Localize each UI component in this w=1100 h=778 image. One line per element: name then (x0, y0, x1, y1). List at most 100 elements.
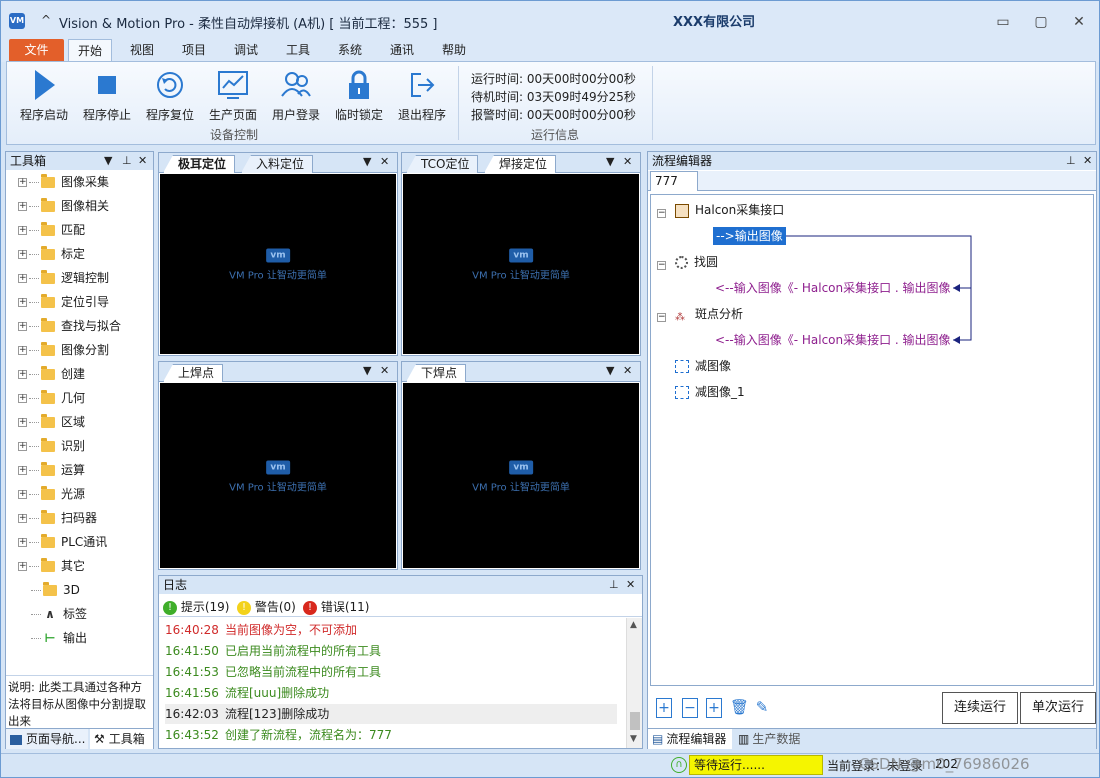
close-icon[interactable]: ✕ (626, 576, 635, 594)
log-row[interactable]: 16:43:52 创建了新流程，流程名为：777 (165, 725, 617, 745)
tab-view[interactable]: 视图 (121, 39, 163, 62)
camera-view-2[interactable]: vm VM Pro 让智动更简单 (403, 174, 639, 354)
tab-tco-locate[interactable]: TCO定位 (406, 155, 479, 173)
tab-system[interactable]: 系统 (329, 39, 371, 62)
tab-tab-locate[interactable]: 极耳定位 (163, 155, 236, 173)
collapse-toggle[interactable]: − (657, 202, 666, 220)
maximize-button[interactable]: ▢ (1031, 13, 1051, 31)
expand-toggle[interactable]: + (18, 442, 27, 451)
app-icon[interactable]: VM (9, 13, 25, 29)
log-scrollbar[interactable]: ▲ ▼ (626, 618, 642, 748)
toolbox-item[interactable]: + 图像分割 (18, 340, 109, 360)
toolbox-item[interactable]: 3D (18, 580, 80, 600)
expand-toggle[interactable]: + (18, 394, 27, 403)
toolbox-item[interactable]: + 区域 (18, 412, 85, 432)
toolbox-item[interactable]: + 图像相关 (18, 196, 109, 216)
toolbox-item[interactable]: + PLC通讯 (18, 532, 107, 552)
tab-weld-locate[interactable]: 焊接定位 (484, 155, 557, 173)
continuous-run-button[interactable]: 连续运行 (942, 692, 1018, 724)
add-flow-icon[interactable]: + (656, 698, 672, 718)
quick-access-toolbar[interactable]: ^ (41, 13, 51, 27)
scroll-up-icon[interactable]: ▲ (630, 620, 637, 630)
close-icon[interactable]: ✕ (380, 364, 389, 377)
plus-icon[interactable]: + (706, 698, 722, 718)
log-row[interactable]: 16:42:03 流程[123]删除成功 (165, 704, 617, 724)
log-row[interactable]: 16:41:56 流程[uuu]删除成功 (165, 683, 617, 703)
toolbox-item[interactable]: ⊢ 输出 (18, 628, 87, 648)
toolbox-item[interactable]: + 运算 (18, 460, 85, 480)
expand-toggle[interactable]: + (18, 274, 27, 283)
dropdown-icon[interactable]: ▼ (606, 364, 614, 377)
tab-tools[interactable]: 工具 (277, 39, 319, 62)
toolbox-item[interactable]: + 其它 (18, 556, 85, 576)
tab-feed-locate[interactable]: 入料定位 (241, 155, 314, 173)
program-reset-button[interactable]: 程序复位 (139, 66, 201, 126)
remove-icon[interactable]: − (682, 698, 698, 718)
dropdown-icon[interactable]: ▼ (606, 155, 614, 168)
scroll-thumb[interactable] (630, 712, 640, 730)
flow-tab-777[interactable]: 777 (650, 171, 698, 191)
expand-toggle[interactable]: + (18, 562, 27, 571)
toolbox-item[interactable]: + 几何 (18, 388, 85, 408)
expand-toggle[interactable]: + (18, 202, 27, 211)
tab-comm[interactable]: 通讯 (381, 39, 423, 62)
toolbox-item[interactable]: + 匹配 (18, 220, 85, 240)
expand-toggle[interactable]: + (18, 370, 27, 379)
tab-lower-weld[interactable]: 下焊点 (406, 364, 467, 382)
trash-icon[interactable]: 🗑 (730, 698, 749, 718)
program-start-button[interactable]: 程序启动 (13, 66, 75, 126)
close-window-button[interactable]: ✕ (1069, 13, 1089, 31)
expand-toggle[interactable]: + (18, 346, 27, 355)
hint-filter[interactable]: ! 提示(19) (163, 598, 229, 615)
toolbox-item[interactable]: + 创建 (18, 364, 85, 384)
expand-toggle[interactable]: + (18, 226, 27, 235)
expand-toggle[interactable]: + (18, 538, 27, 547)
tab-debug[interactable]: 调试 (225, 39, 267, 62)
flow-canvas[interactable]: − Halcon采集接口 -->输出图像 − 找圆 <--输入图像《- Halc… (650, 194, 1094, 686)
user-login-button[interactable]: 用户登录 (265, 66, 327, 126)
single-run-button[interactable]: 单次运行 (1020, 692, 1096, 724)
toolbox-item[interactable]: + 逻辑控制 (18, 268, 109, 288)
close-icon[interactable]: ✕ (138, 152, 147, 170)
output-image-port[interactable]: -->输出图像 (713, 227, 786, 245)
collapse-toggle[interactable]: − (657, 306, 666, 324)
expand-toggle[interactable]: + (18, 178, 27, 187)
flow-node-find-circle[interactable]: 找圆 (675, 253, 718, 271)
flow-node-halcon[interactable]: Halcon采集接口 (675, 201, 784, 219)
log-row[interactable]: 16:41:53 已忽略当前流程中的所有工具 (165, 662, 617, 682)
flow-node-subtract[interactable]: 减图像 (675, 357, 731, 375)
error-filter[interactable]: ! 错误(11) (303, 598, 369, 615)
tab-home[interactable]: 开始 (68, 39, 113, 62)
camera-view-4[interactable]: vm VM Pro 让智动更简单 (403, 383, 639, 568)
input-image-port-2[interactable]: <--输入图像《- Halcon采集接口 . 输出图像 (715, 331, 951, 349)
warn-filter[interactable]: ! 警告(0) (237, 598, 296, 615)
pin-icon[interactable]: ⊥ (122, 152, 132, 170)
close-icon[interactable]: ✕ (623, 364, 632, 377)
dropdown-icon[interactable]: ▼ (363, 155, 371, 168)
dropdown-icon[interactable]: ▼ (104, 152, 112, 170)
expand-toggle[interactable]: + (18, 466, 27, 475)
tab-upper-weld[interactable]: 上焊点 (163, 364, 224, 382)
close-icon[interactable]: ✕ (623, 155, 632, 168)
tab-flow-editor[interactable]: ▤ 流程编辑器 (648, 729, 732, 749)
minimize-button[interactable]: ▭ (993, 13, 1013, 31)
production-page-button[interactable]: 生产页面 (202, 66, 264, 126)
toolbox-item[interactable]: + 查找与拟合 (18, 316, 121, 336)
toolbox-item[interactable]: + 定位引导 (18, 292, 109, 312)
toolbox-item[interactable]: + 光源 (18, 484, 85, 504)
toolbox-item[interactable]: + 识别 (18, 436, 85, 456)
tab-project[interactable]: 项目 (173, 39, 215, 62)
tab-page-nav[interactable]: 页面导航... (6, 729, 88, 749)
temp-lock-button[interactable]: 临时锁定 (328, 66, 390, 126)
close-icon[interactable]: ✕ (1083, 152, 1092, 170)
camera-view-1[interactable]: vm VM Pro 让智动更简单 (160, 174, 396, 354)
collapse-toggle[interactable]: − (657, 254, 666, 272)
edit-icon[interactable]: ✎ (754, 698, 770, 718)
log-row[interactable]: 16:40:28 当前图像为空，不可添加 (165, 620, 617, 640)
tab-help[interactable]: 帮助 (433, 39, 475, 62)
flow-node-blob[interactable]: ⁂ 斑点分析 (675, 305, 743, 323)
program-stop-button[interactable]: 程序停止 (76, 66, 138, 126)
tab-toolbox[interactable]: ⚒ 工具箱 (90, 729, 153, 749)
expand-toggle[interactable]: + (18, 298, 27, 307)
expand-toggle[interactable]: + (18, 418, 27, 427)
